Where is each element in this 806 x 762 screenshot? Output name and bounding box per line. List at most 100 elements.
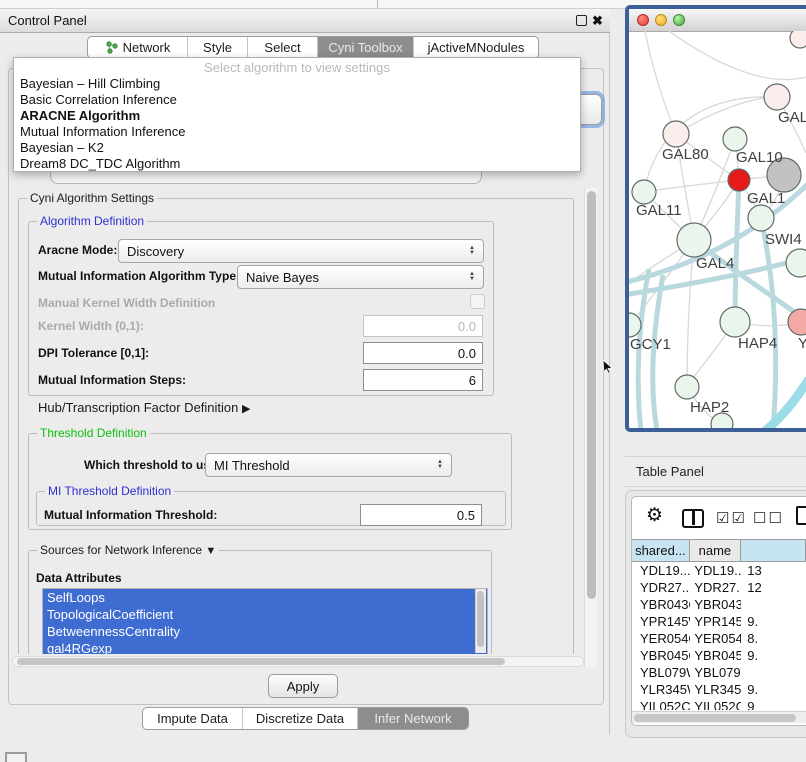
kernel-width-label: Kernel Width (0,1):	[38, 319, 144, 333]
apply-button[interactable]: Apply	[268, 674, 338, 698]
select-all-checkboxes-icon[interactable]: ☑☑	[716, 509, 747, 527]
network-canvas[interactable]: GALGAL80GAL10GAL1GAL11SWI4GAL4GCY1HAP4YH…	[629, 31, 806, 428]
table-row[interactable]: YER054CYER054C8.	[632, 630, 806, 647]
network-node[interactable]	[632, 180, 656, 204]
dpi-tolerance-field[interactable]: 0.0	[363, 342, 483, 364]
minimize-traffic-light[interactable]	[655, 14, 667, 26]
node-label: GCY1	[630, 336, 671, 353]
float-window-icon[interactable]	[576, 15, 587, 26]
network-node[interactable]	[764, 84, 790, 110]
network-edge	[735, 180, 739, 322]
algorithm-option-list: Bayesian – Hill ClimbingBasic Correlatio…	[14, 76, 580, 172]
node-label: GAL80	[662, 146, 709, 163]
tab-impute-data[interactable]: Impute Data	[143, 708, 243, 729]
network-node[interactable]	[786, 249, 806, 277]
table-cell: YDR27...	[690, 579, 741, 596]
export-table-icon[interactable]	[796, 506, 806, 525]
node-label: GAL	[778, 109, 806, 126]
attribute-item[interactable]: gal4RGexp	[43, 640, 487, 654]
network-node[interactable]	[723, 127, 747, 151]
collapse-arrow-icon[interactable]: ▼	[205, 545, 216, 557]
mi-threshold-field[interactable]: 0.5	[360, 504, 482, 526]
tab-discretize-data[interactable]: Discretize Data	[243, 708, 358, 729]
hub-definition-expander[interactable]: Hub/Transcription Factor Definition ▶	[38, 400, 250, 415]
table-cell: YBR043C	[690, 596, 741, 613]
table-cell: YER054C	[632, 630, 690, 647]
network-node[interactable]	[663, 121, 689, 147]
table-cell: 9.	[741, 613, 806, 630]
table-cell	[741, 596, 806, 613]
table-cell: YBL079W	[690, 664, 741, 681]
network-node[interactable]	[790, 31, 806, 48]
table-cell: 9.	[741, 647, 806, 664]
close-icon[interactable]: ✖	[592, 13, 606, 29]
dock-chip[interactable]	[5, 752, 27, 762]
attribute-item[interactable]: SelfLoops	[43, 589, 487, 606]
which-threshold-label: Which threshold to use:	[84, 458, 221, 472]
network-node[interactable]	[748, 205, 774, 231]
screen: Control Panel ✖ Network Style Select Cyn…	[0, 0, 806, 762]
network-node[interactable]	[720, 307, 750, 337]
network-node[interactable]	[675, 375, 699, 399]
algorithm-option[interactable]: Bayesian – Hill Climbing	[14, 76, 580, 92]
toolbar-divider	[377, 0, 378, 9]
table-row[interactable]: YDR27...YDR27...12	[632, 579, 806, 596]
deselect-all-checkboxes-icon[interactable]: ☐☐	[753, 509, 784, 527]
mi-threshold-label: Mutual Information Threshold:	[44, 508, 217, 522]
tab-label: Network	[123, 40, 171, 55]
table-row[interactable]: YLR345WYLR345W9.	[632, 681, 806, 698]
table-row[interactable]: YIL052CYIL052C9	[632, 698, 806, 710]
attributes-list-scrollbar[interactable]	[475, 589, 486, 653]
column-header[interactable]: name	[690, 540, 741, 561]
network-node[interactable]	[677, 223, 711, 257]
tab-network[interactable]: Network	[88, 37, 188, 58]
tab-cyni-toolbox[interactable]: Cyni Toolbox	[318, 37, 414, 58]
algorithm-option[interactable]: Basic Correlation Inference	[14, 92, 580, 108]
network-node[interactable]	[728, 169, 750, 191]
which-threshold-select[interactable]: MI Threshold ▲▼	[205, 453, 452, 477]
algorithm-option[interactable]: ARACNE Algorithm	[14, 108, 580, 124]
table-row[interactable]: YBL079WYBL079W	[632, 664, 806, 681]
mi-type-select[interactable]: Naive Bayes ▲▼	[237, 265, 484, 289]
algorithm-option[interactable]: Mutual Information Inference	[14, 124, 580, 140]
column-header[interactable]	[741, 540, 806, 561]
node-label: GAL10	[736, 149, 783, 166]
tab-select[interactable]: Select	[248, 37, 318, 58]
mi-steps-field[interactable]: 6	[363, 369, 483, 391]
attribute-item[interactable]: TopologicalCoefficient	[43, 606, 487, 623]
table-row[interactable]: YBR045CYBR045C9.	[632, 647, 806, 664]
combo-arrows-icon: ▲▼	[469, 272, 475, 282]
tab-style[interactable]: Style	[188, 37, 248, 58]
network-edge	[765, 379, 806, 428]
algorithm-option[interactable]: Dream8 DC_TDC Algorithm	[14, 156, 580, 172]
column-header[interactable]: shared...	[632, 540, 690, 561]
table-cell: YLR345W	[690, 681, 741, 698]
table-row[interactable]: YPR145WYPR145W9.	[632, 613, 806, 630]
table-horizontal-scrollbar[interactable]	[632, 711, 806, 723]
zoom-traffic-light[interactable]	[673, 14, 685, 26]
node-label: GAL1	[747, 190, 785, 207]
settings-scroll-area: Cyni Algorithm Settings Algorithm Defini…	[12, 188, 584, 654]
manual-kernel-label: Manual Kernel Width Definition	[38, 296, 215, 310]
settings-vertical-scrollbar[interactable]	[584, 188, 597, 667]
network-node[interactable]	[788, 309, 806, 335]
attribute-item[interactable]: BetweennessCentrality	[43, 623, 487, 640]
table-row[interactable]: YDL19...YDL19...13	[632, 562, 806, 579]
table-settings-gear-icon[interactable]: ⚙	[646, 506, 663, 526]
aracne-mode-select[interactable]: Discovery ▲▼	[118, 239, 484, 263]
tab-infer-network[interactable]: Infer Network	[358, 708, 468, 729]
close-traffic-light[interactable]	[637, 14, 649, 26]
network-window-titlebar[interactable]	[629, 9, 806, 32]
aracne-mode-label: Aracne Mode:	[38, 243, 117, 257]
table-cell: YLR345W	[632, 681, 690, 698]
network-edge	[669, 31, 806, 80]
algorithm-option[interactable]: Bayesian – K2	[14, 140, 580, 156]
table-cell: YDL19...	[632, 562, 690, 579]
column-visibility-icon[interactable]	[682, 509, 704, 528]
tab-jactivemnodules[interactable]: jActiveMNodules	[414, 37, 538, 58]
table-row[interactable]: YBR043CYBR043C	[632, 596, 806, 613]
settings-horizontal-scrollbar[interactable]	[12, 656, 584, 667]
table-cell: YER054C	[690, 630, 741, 647]
mi-type-label: Mutual Information Algorithm Type:	[38, 269, 240, 283]
table-cell: YIL052C	[632, 698, 690, 710]
